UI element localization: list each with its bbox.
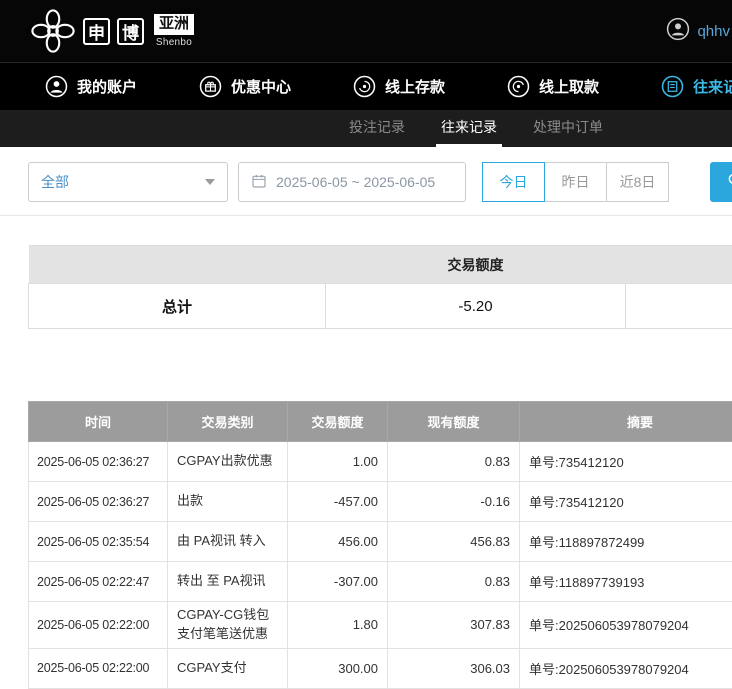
cell-type: CGPAY支付	[168, 648, 288, 688]
today-button[interactable]: 今日	[482, 162, 545, 202]
cell-amount: 1.80	[288, 602, 388, 649]
summary-total-row: 总计 -5.20	[29, 284, 732, 329]
gift-icon	[199, 75, 222, 98]
cell-summary: 单号:202506053978079204	[520, 648, 732, 688]
cell-balance: 307.83	[388, 602, 520, 649]
cell-type: 转出 至 PA视讯	[168, 562, 288, 602]
lotus-logo-icon	[30, 8, 76, 54]
summary-header-amount: 交易额度	[326, 246, 626, 284]
cell-balance: 306.03	[388, 648, 520, 688]
cell-time: 2025-06-05 02:35:54	[29, 522, 168, 562]
cell-summary: 单号:118897739193	[520, 562, 732, 602]
calendar-icon	[251, 173, 267, 192]
category-filter-dropdown[interactable]: 全部	[28, 162, 228, 202]
records-header-row: 时间 交易类别 交易额度 现有额度 摘要	[29, 402, 732, 442]
cell-time: 2025-06-05 02:22:47	[29, 562, 168, 602]
logo-region-label: 亚洲	[154, 14, 194, 35]
summary-total-label: 总计	[29, 284, 326, 329]
summary-empty-cell	[626, 284, 732, 329]
search-button[interactable]	[710, 162, 732, 202]
cell-time: 2025-06-05 02:36:27	[29, 442, 168, 482]
cell-summary: 单号:118897872499	[520, 522, 732, 562]
nav-label: 往来记录	[693, 76, 732, 97]
top-header: 申 博 亚洲 Shenbo qhhv	[0, 0, 732, 62]
deposit-coin-icon	[353, 75, 376, 98]
last-8-days-button[interactable]: 近8日	[606, 162, 669, 202]
summary-header-empty	[29, 246, 326, 284]
quick-range-button-group: 今日 昨日 近8日	[482, 162, 669, 202]
cell-amount: 456.00	[288, 522, 388, 562]
cell-time: 2025-06-05 02:36:27	[29, 482, 168, 522]
logo-region-block: 亚洲 Shenbo	[154, 14, 194, 48]
nav-item-promotions[interactable]: 优惠中心	[199, 75, 291, 98]
username-label: qhhv	[697, 23, 730, 40]
nav-item-deposit[interactable]: 线上存款	[353, 75, 445, 98]
account-icon	[45, 75, 68, 98]
table-row: 2025-06-05 02:35:54 由 PA视讯 转入 456.00 456…	[29, 522, 732, 562]
cell-type: 出款	[168, 482, 288, 522]
cell-balance: 0.83	[388, 562, 520, 602]
nav-label: 优惠中心	[231, 76, 291, 97]
records-subnav: 投注记录 往来记录 处理中订单	[0, 110, 732, 147]
cell-summary: 单号:202506053978079204	[520, 602, 732, 649]
cell-type: CGPAY-CG钱包支付笔笔送优惠	[168, 602, 288, 649]
cell-time: 2025-06-05 02:22:00	[29, 648, 168, 688]
table-row: 2025-06-05 02:22:00 CGPAY-CG钱包支付笔笔送优惠 1.…	[29, 602, 732, 649]
summary-header-empty	[626, 246, 732, 284]
col-header-summary: 摘要	[520, 402, 732, 442]
yesterday-button[interactable]: 昨日	[544, 162, 607, 202]
table-row: 2025-06-05 02:36:27 CGPAY出款优惠 1.00 0.83 …	[29, 442, 732, 482]
nav-item-my-account[interactable]: 我的账户	[45, 75, 137, 98]
chevron-down-icon	[205, 179, 215, 185]
col-header-type: 交易类别	[168, 402, 288, 442]
cell-amount: -457.00	[288, 482, 388, 522]
cell-balance: -0.16	[388, 482, 520, 522]
nav-label: 线上存款	[385, 76, 445, 97]
section-divider	[0, 215, 732, 216]
main-navbar: 我的账户 优惠中心 线上存款	[0, 62, 732, 110]
date-range-input[interactable]: 2025-06-05 ~ 2025-06-05	[238, 162, 466, 202]
cell-balance: 456.83	[388, 522, 520, 562]
tab-transaction-records[interactable]: 往来记录	[436, 110, 502, 147]
col-header-time: 时间	[29, 402, 168, 442]
date-range-value: 2025-06-05 ~ 2025-06-05	[276, 174, 435, 190]
cell-type: 由 PA视讯 转入	[168, 522, 288, 562]
search-icon	[726, 171, 732, 194]
table-row: 2025-06-05 02:22:00 CGPAY支付 300.00 306.0…	[29, 648, 732, 688]
summary-table: 交易额度 总计 -5.20	[28, 245, 732, 329]
withdraw-coin-icon	[507, 75, 530, 98]
brand-logo[interactable]: 申 博 亚洲 Shenbo	[30, 8, 194, 54]
user-account-menu[interactable]: qhhv	[666, 17, 730, 46]
tab-bet-records[interactable]: 投注记录	[344, 110, 410, 147]
nav-item-transactions[interactable]: 往来记录	[661, 75, 732, 98]
col-header-amount: 交易额度	[288, 402, 388, 442]
cell-balance: 0.83	[388, 442, 520, 482]
cell-summary: 单号:735412120	[520, 482, 732, 522]
transaction-records-table: 时间 交易类别 交易额度 现有额度 摘要 2025-06-05 02:36:27…	[28, 401, 732, 689]
cell-type: CGPAY出款优惠	[168, 442, 288, 482]
col-header-balance: 现有额度	[388, 402, 520, 442]
logo-seal-bo: 博	[117, 18, 144, 45]
logo-latin-label: Shenbo	[156, 37, 192, 48]
summary-total-value: -5.20	[326, 284, 626, 329]
logo-seal-shen: 申	[83, 18, 110, 45]
cell-amount: -307.00	[288, 562, 388, 602]
table-row: 2025-06-05 02:36:27 出款 -457.00 -0.16 单号:…	[29, 482, 732, 522]
table-row: 2025-06-05 02:22:47 转出 至 PA视讯 -307.00 0.…	[29, 562, 732, 602]
cell-time: 2025-06-05 02:22:00	[29, 602, 168, 649]
category-selected-value: 全部	[41, 172, 69, 192]
user-avatar-icon	[666, 17, 690, 46]
records-icon	[661, 75, 684, 98]
nav-label: 我的账户	[77, 76, 137, 97]
nav-label: 线上取款	[539, 76, 599, 97]
cell-amount: 300.00	[288, 648, 388, 688]
tab-pending-orders[interactable]: 处理中订单	[528, 110, 608, 147]
cell-summary: 单号:735412120	[520, 442, 732, 482]
summary-header-row: 交易额度	[29, 246, 732, 284]
cell-amount: 1.00	[288, 442, 388, 482]
filter-toolbar: 全部 2025-06-05 ~ 2025-06-05 今日 昨日 近8日	[28, 162, 732, 202]
nav-item-withdraw[interactable]: 线上取款	[507, 75, 599, 98]
